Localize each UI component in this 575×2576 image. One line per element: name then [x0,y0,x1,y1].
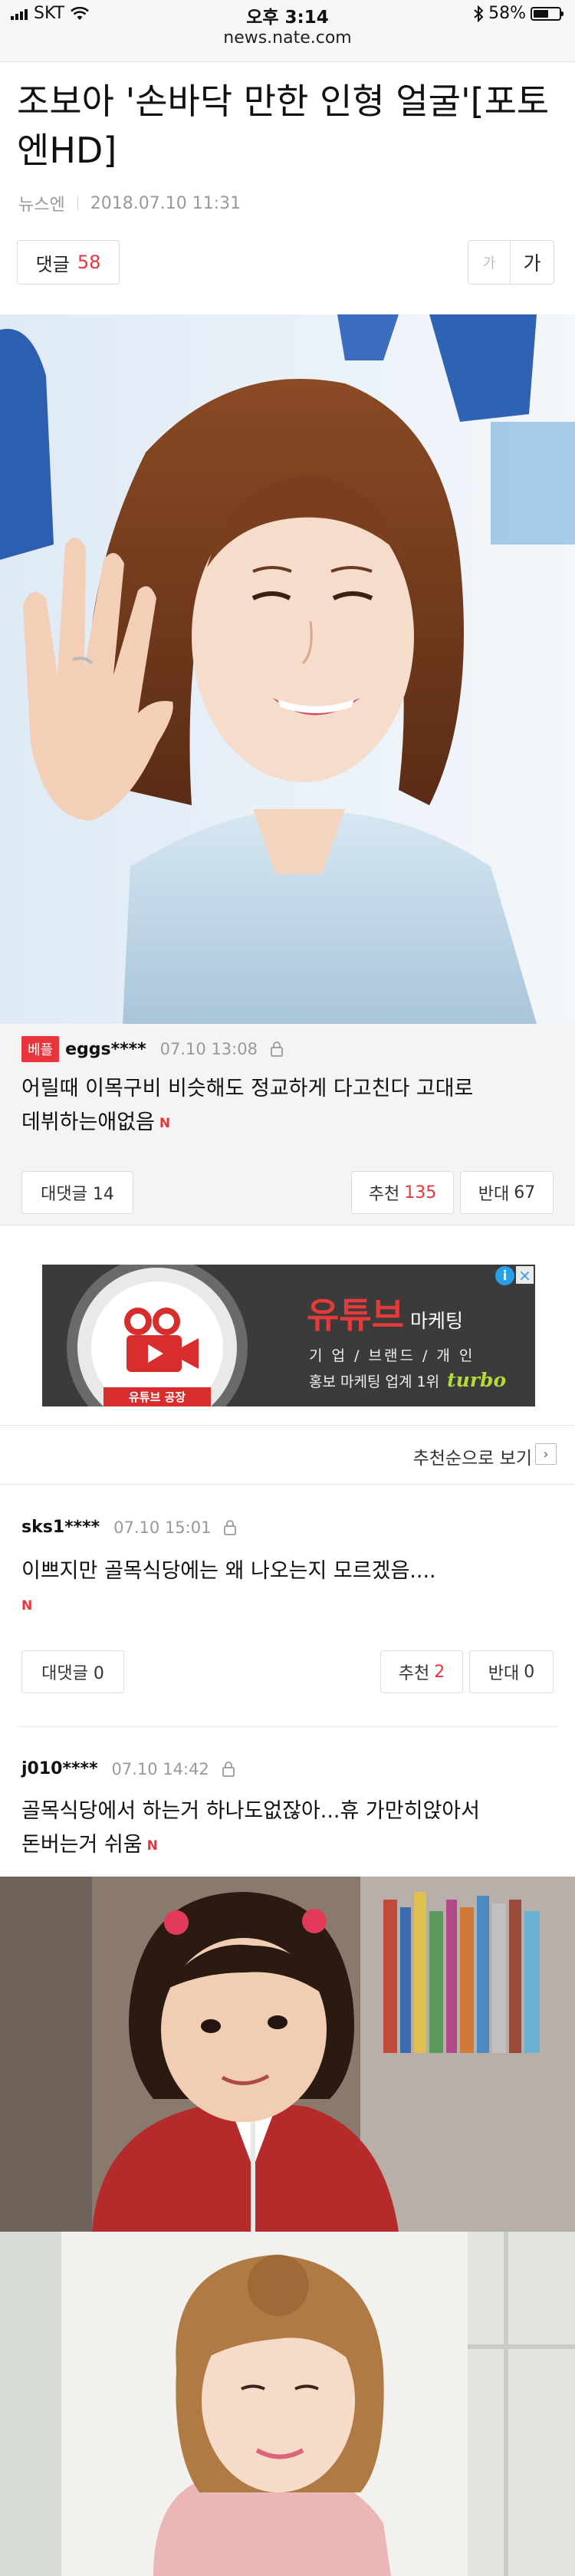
ad-headline: 유튜브 마케팅 [307,1288,463,1338]
ad-brand: turbo [447,1369,507,1391]
dislike-button[interactable]: 반대 67 [460,1171,554,1214]
comment-username[interactable]: sks1**** [21,1518,100,1537]
article-source[interactable]: 뉴스엔 [18,191,65,215]
chevron-right-icon[interactable]: › [535,1443,557,1465]
ad-close-icon[interactable]: × [516,1266,534,1285]
like-count: 2 [434,1662,445,1682]
reply-button[interactable]: 대댓글 0 [21,1650,124,1693]
comment-time: 07.10 14:42 [111,1759,209,1778]
like-label: 추천 [368,1185,400,1204]
ad-sign: 유튜브 공장 [128,1390,186,1404]
new-icon: N [159,1116,171,1131]
dislike-label: 반대 [478,1185,510,1204]
best-badge: 베플 [21,1036,60,1062]
bluetooth-icon [474,5,484,22]
portrait-photo [0,314,575,1024]
like-button[interactable]: 추천 2 [380,1650,463,1693]
comment-time: 07.10 13:08 [159,1040,258,1058]
child-photo [0,1877,575,2232]
like-label: 추천 [398,1664,430,1683]
best-comment-text: 어릴때 이목구비 비슷해도 정교하게 다고친다 고대로 데뷔하는애없음 N [21,1072,558,1140]
comment-label: 댓글 [35,253,70,275]
dislike-count: 67 [514,1183,536,1202]
new-icon: N [146,1838,158,1854]
article-meta: 뉴스엔 2018.07.10 11:31 [18,191,241,215]
ad-line2-row: 홍보 마케팅 업계 1위 turbo [309,1369,506,1391]
battery-icon [531,6,564,21]
best-comment-header: 베플 eggs**** 07.10 13:08 [21,1036,284,1062]
report-icon[interactable] [222,1761,235,1777]
meta-divider [77,196,78,211]
font-size-small-button[interactable]: 가 [468,240,511,285]
comment-text-line: 돈버는거 쉬움 [21,1833,143,1857]
article-date: 2018.07.10 11:31 [90,193,242,213]
ad-banner[interactable]: 유튜브 공장 유튜브 마케팅 기 업 / 브랜드 / 개 인 홍보 마케팅 업계… [42,1265,535,1406]
url-bar[interactable]: news.nate.com [0,28,575,48]
ad-line2: 홍보 마케팅 업계 1위 [309,1374,440,1390]
report-icon[interactable] [223,1519,237,1535]
status-bar: SKT 오후 3:14 news.nate.com 58% [0,0,575,62]
comment-header: sks1**** 07.10 15:01 [21,1518,237,1537]
article-photo[interactable] [0,314,575,1024]
comment-text-line: 이쁘지만 골목식당에는 왜 나오는지 모르겠음.... [21,1559,436,1583]
sort-bar: 추천순으로 보기 › [0,1426,575,1485]
new-icon: N [21,1598,33,1614]
ad-line1: 기 업 / 브랜드 / 개 인 [309,1347,475,1364]
comment-button[interactable]: 댓글 58 [17,240,120,285]
dislike-label: 반대 [488,1664,520,1683]
battery-percent: 58% [488,4,526,23]
comment-username[interactable]: j010**** [21,1759,97,1778]
like-button[interactable]: 추천 135 [351,1171,454,1214]
dislike-count: 0 [524,1662,535,1682]
report-icon[interactable] [270,1041,284,1057]
dislike-button[interactable]: 반대 0 [469,1650,554,1693]
comment-header: j010**** 07.10 14:42 [21,1759,235,1778]
comment-username[interactable]: eggs**** [65,1040,146,1059]
reply-button[interactable]: 대댓글 14 [21,1171,133,1214]
comment-text-line: 골목식당에서 하는거 하나도없잖아...휴 가만히앉아서 [21,1799,480,1823]
comment-image-child[interactable] [0,1877,575,2232]
article-title: 조보아 '손바닥 만한 인형 얼굴'[포토엔HD] [17,81,550,171]
comment-divider [17,1726,558,1727]
like-count: 135 [404,1183,437,1202]
ad-headline-suffix: 마케팅 [409,1310,463,1332]
comment-text: 이쁘지만 골목식당에는 왜 나오는지 모르겠음.... N [21,1554,558,1623]
comment-count: 58 [77,252,101,273]
comment-image-adult[interactable] [0,2232,575,2576]
battery-fill [534,9,548,18]
comment-text: 골목식당에서 하는거 하나도없잖아...휴 가만히앉아서 돈버는거 쉬움 N [21,1795,558,1863]
sort-by-likes[interactable]: 추천순으로 보기 [413,1443,532,1469]
comment-time: 07.10 15:01 [113,1518,212,1537]
font-size-large-button[interactable]: 가 [510,240,554,285]
comment-text-line: 데뷔하는애없음 [21,1110,155,1134]
ad-info-icon[interactable]: i [495,1266,514,1285]
ad-headline-main: 유튜브 [307,1295,404,1336]
status-right: 58% [473,4,564,23]
adult-photo [0,2232,575,2576]
comment-text-line: 어릴때 이목구비 비슷해도 정교하게 다고친다 고대로 [21,1077,474,1100]
